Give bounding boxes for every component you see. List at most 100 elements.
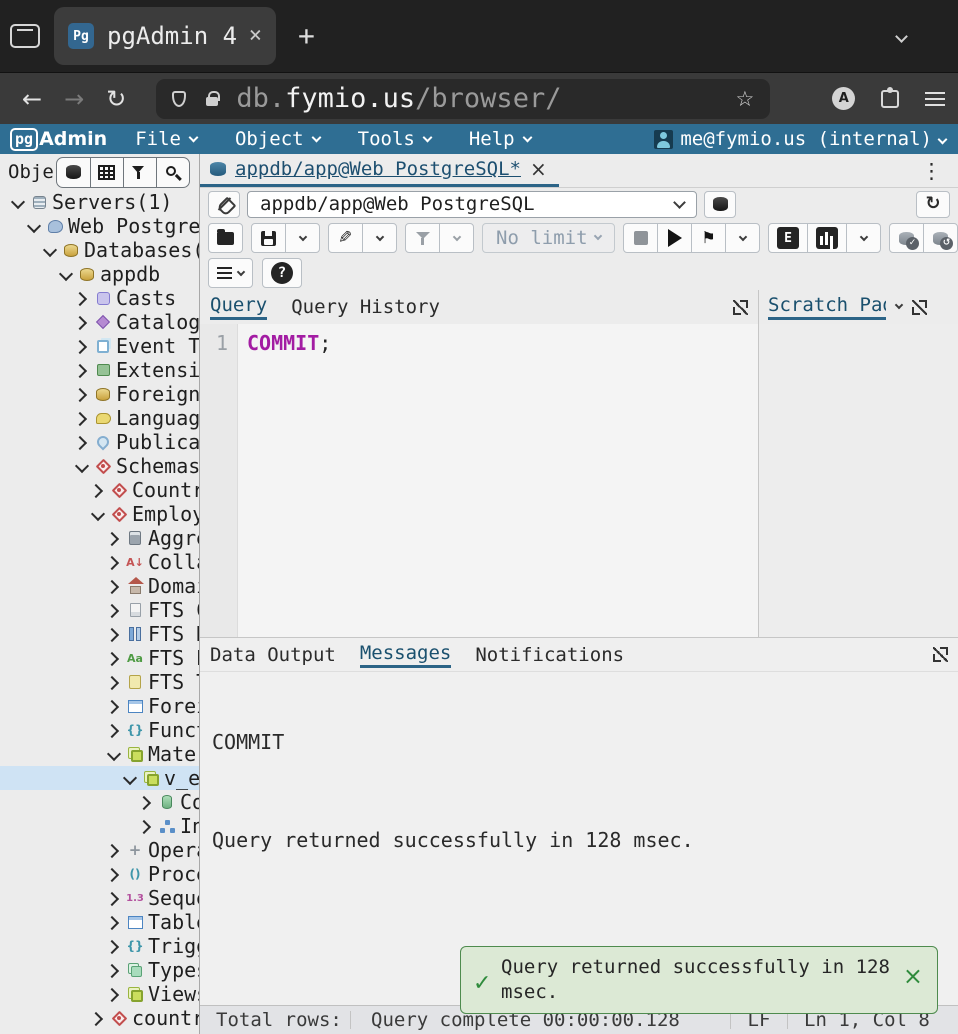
collapse-icon[interactable] [74,458,91,475]
open-file-button[interactable] [208,223,243,253]
sql-code[interactable]: COMMIT; [238,324,331,637]
expand-icon[interactable] [106,986,123,1003]
extensions-puzzle-icon[interactable] [881,90,899,108]
quick-search-db-button[interactable] [57,158,90,187]
expand-icon[interactable] [74,290,91,307]
expand-icon[interactable] [106,962,123,979]
menu-help[interactable]: Help [469,128,531,150]
refresh-layout-button[interactable]: ↻ [916,191,950,218]
expand-icon[interactable] [74,338,91,355]
collapse-icon[interactable] [122,770,139,787]
tree-item[interactable]: Functions [0,718,199,742]
scratch-pad-body[interactable] [759,324,958,637]
tree-item[interactable]: Schemas [0,454,199,478]
close-icon[interactable]: × [530,157,547,181]
tree-item[interactable]: Foreign Tables [0,694,199,718]
expand-icon[interactable] [138,794,155,811]
connection-select[interactable]: appdb/app@Web PostgreSQL [247,191,697,218]
tree-item[interactable]: Casts [0,286,199,310]
execute-script-button[interactable]: ⚑ [691,223,726,253]
expand-icon[interactable] [106,938,123,955]
tree-item[interactable]: Types [0,958,199,982]
tree-item[interactable]: Servers(1) [0,190,199,214]
tree-item[interactable]: FTS Configurations [0,598,199,622]
tree-item[interactable]: Aggregates [0,526,199,550]
filter-tree-button[interactable] [123,158,156,187]
tree-item[interactable]: appdb [0,262,199,286]
expand-icon[interactable] [74,386,91,403]
lock-icon[interactable] [206,97,218,106]
explain-options-button[interactable] [846,223,881,253]
expand-icon[interactable] [106,530,123,547]
tree-item[interactable]: Publications [0,430,199,454]
sql-editor[interactable]: 1 COMMIT; [200,324,758,637]
filter-button[interactable] [405,223,440,253]
tree-item[interactable]: Domains [0,574,199,598]
expand-icon[interactable] [106,674,123,691]
collapse-icon[interactable] [58,266,75,283]
tree-item[interactable]: Procedures [0,862,199,886]
edit-button[interactable]: ✎ [328,223,363,253]
expand-icon[interactable] [74,410,91,427]
tree-item[interactable]: Views [0,982,199,1006]
expand-icon[interactable] [74,314,91,331]
execute-button[interactable] [657,223,692,253]
execute-options-button[interactable] [725,223,760,253]
collapse-icon[interactable] [90,506,107,523]
collapse-icon[interactable] [42,242,59,259]
tree-item[interactable]: Foreign Data Wrappers [0,382,199,406]
tree-item[interactable]: Sequences [0,886,199,910]
view-data-button[interactable] [90,158,123,187]
expand-icon[interactable] [138,818,155,835]
tree-item[interactable]: Tables [0,910,199,934]
bookmark-star-icon[interactable]: ☆ [736,87,755,111]
query-tool-tab[interactable]: appdb/app@Web PostgreSQL* × [200,154,559,187]
browser-tab[interactable]: Pg pgAdmin 4 × [54,7,276,65]
tree-item[interactable]: Extensions [0,358,199,382]
expand-icon[interactable] [90,1010,107,1027]
search-objects-button[interactable] [156,158,189,187]
save-file-button[interactable] [251,223,286,253]
close-tab-icon[interactable]: × [249,25,262,47]
save-options-button[interactable] [285,223,320,253]
expand-icon[interactable] [74,362,91,379]
tab-notifications[interactable]: Notifications [475,644,624,666]
tree-item[interactable]: FTS Templates [0,670,199,694]
new-tab-button[interactable]: + [298,22,315,50]
tab-query-history[interactable]: Query History [291,296,440,318]
expand-icon[interactable] [106,866,123,883]
tree-item[interactable]: countr [0,1006,199,1030]
tree-item[interactable]: Web PostgreSQL [0,214,199,238]
chevron-down-icon[interactable] [895,301,903,309]
collapse-icon[interactable] [10,194,27,211]
tree-item[interactable]: Event Triggers [0,334,199,358]
macro-button[interactable] [208,258,253,288]
filter-options-button[interactable] [439,223,474,253]
back-icon[interactable]: ← [22,87,42,111]
edit-options-button[interactable] [362,223,397,253]
expand-icon[interactable] [106,650,123,667]
profile-badge-icon[interactable]: A [832,87,855,110]
expand-icon[interactable] [106,578,123,595]
expand-icon[interactable] [106,722,123,739]
commit-button[interactable]: ✓ [889,223,924,253]
tab-scratch-pad[interactable]: Scratch Pad [768,294,886,320]
row-limit-select[interactable]: No limit [482,223,615,253]
expand-icon[interactable] [106,626,123,643]
tab-query[interactable]: Query [210,294,267,320]
tree-item[interactable]: Collations [0,550,199,574]
rollback-button[interactable]: ↺ [923,223,958,253]
expand-icon[interactable] [106,602,123,619]
forward-icon[interactable]: → [64,87,84,111]
reload-icon[interactable]: ↻ [106,87,126,111]
tree-item[interactable]: Materialized Views [0,742,199,766]
browser-menu-icon[interactable] [925,92,945,106]
user-menu[interactable]: me@fymio.us (internal) [654,128,946,150]
expand-icon[interactable] [733,300,748,315]
tab-overview-icon[interactable] [10,24,40,48]
expand-icon[interactable] [106,890,123,907]
menu-object[interactable]: Object [235,128,320,150]
menu-tools[interactable]: Tools [358,128,431,150]
tree-item[interactable]: Databases( [0,238,199,262]
expand-icon[interactable] [106,554,123,571]
